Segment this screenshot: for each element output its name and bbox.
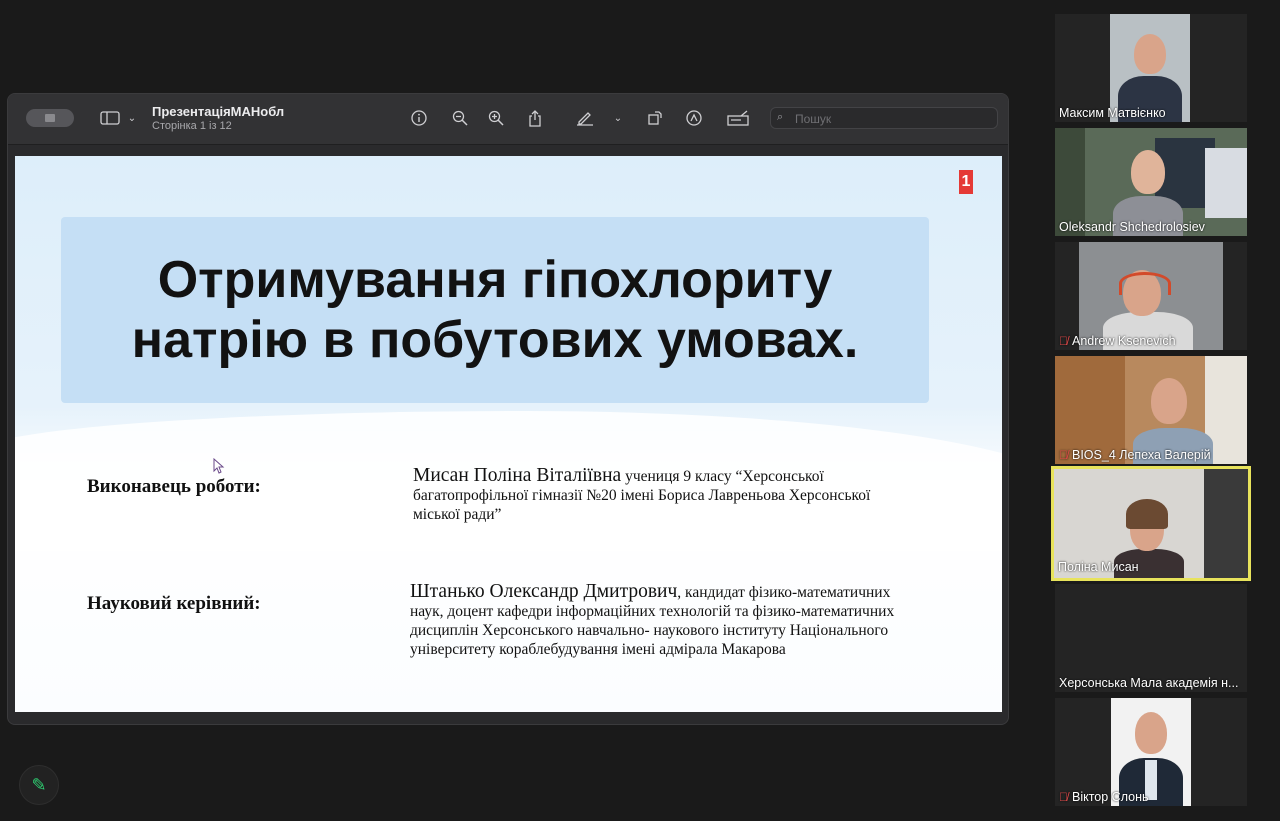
supervisor-label: Науковий керівний: — [87, 593, 261, 614]
participant-name: Oleksandr Shchedrolosiev — [1059, 220, 1205, 234]
mouse-cursor-icon — [213, 458, 225, 474]
preview-toolbar: ⌄ ПрезентаціяМАНобл Сторінка 1 із 12 ⌄ ⌕ — [8, 94, 1008, 145]
slide-title-line-1: Отримування гіпохлориту — [157, 251, 833, 309]
participant-name: 🎙̸ BIOS_4 Лепеха Валерій — [1059, 448, 1211, 462]
slide-title: Отримування гіпохлориту натрію в побутов… — [132, 250, 859, 370]
preview-window: ⌄ ПрезентаціяМАНобл Сторінка 1 із 12 ⌄ ⌕ — [7, 93, 1009, 725]
slide-title-box: Отримування гіпохлориту натрію в побутов… — [61, 217, 929, 403]
mic-muted-icon: 🎙̸ — [1059, 448, 1068, 462]
search-input[interactable]: ⌕ Пошук — [770, 107, 998, 129]
participant-name: Херсонська Мала академія н... — [1059, 676, 1239, 690]
chevron-down-icon[interactable]: ⌄ — [120, 107, 144, 129]
presentation-slide: 1 Отримування гіпохлориту натрію в побут… — [15, 156, 1002, 712]
performer-label: Виконавець роботи: — [87, 476, 261, 497]
pencil-icon: ✎ — [31, 774, 47, 795]
participant-name: Максим Матвієнко — [1059, 106, 1166, 120]
zoom-out-icon[interactable] — [448, 107, 472, 129]
participant-name: 🎙̸ Віктор Слонь — [1059, 790, 1149, 804]
mic-muted-icon: 🎙̸ — [1059, 334, 1068, 348]
slide-number-badge: 1 — [959, 170, 973, 194]
annotate-pencil-button[interactable]: ✎ — [19, 765, 59, 805]
performer-line-3: міської ради” — [413, 506, 502, 523]
document-title: ПрезентаціяМАНобл — [152, 104, 285, 119]
supervisor-line-3: дисциплін Херсонського навчально- науков… — [410, 622, 889, 639]
annotate-icon[interactable] — [682, 107, 706, 129]
performer-line-2: багатопрофільної гімназії №20 імені Бори… — [413, 487, 871, 504]
supervisor-info: Штанько Олександр Дмитрович, кандидат фі… — [410, 582, 980, 659]
performer-name: Мисан Поліна Віталіївна — [413, 465, 622, 486]
slide-title-line-2: натрію в побутових умовах. — [131, 311, 859, 369]
page-indicator: Сторінка 1 із 12 — [152, 120, 232, 132]
participant-tile[interactable]: 🎙̸ Віктор Слонь — [1055, 698, 1247, 806]
rotate-icon[interactable] — [643, 107, 667, 129]
supervisor-line-1: , кандидат фізико-математичних — [677, 584, 891, 601]
performer-line-1: учениця 9 класу “Херсонської — [621, 468, 824, 485]
zoom-in-icon[interactable] — [484, 107, 508, 129]
participant-tile[interactable]: 🎙̸ BIOS_4 Лепеха Валерій — [1055, 356, 1247, 464]
participant-tile[interactable]: Максим Матвієнко — [1055, 14, 1247, 122]
performer-info: Мисан Поліна Віталіївна учениця 9 класу … — [413, 466, 973, 524]
signature-icon[interactable] — [726, 107, 750, 129]
share-icon[interactable] — [523, 107, 547, 129]
markup-pen-icon[interactable] — [573, 107, 597, 129]
participant-name: 🎙̸ Andrew Ksenevich — [1059, 334, 1176, 348]
search-placeholder: Пошук — [795, 112, 832, 126]
window-controls-pill[interactable] — [26, 109, 74, 127]
participant-name: Поліна Мисан — [1058, 560, 1139, 574]
supervisor-line-4: університету кораблебудування імені адмі… — [410, 641, 786, 658]
markup-chevron-icon[interactable]: ⌄ — [606, 107, 630, 129]
participant-tile[interactable]: Oleksandr Shchedrolosiev — [1055, 128, 1247, 236]
mic-muted-icon: 🎙̸ — [1059, 790, 1068, 804]
search-icon: ⌕ — [777, 111, 784, 123]
participant-tile[interactable]: 🎙̸ Andrew Ksenevich — [1055, 242, 1247, 350]
participant-tile-active[interactable]: Поліна Мисан — [1051, 466, 1251, 581]
info-icon[interactable] — [407, 107, 431, 129]
sidebar-toggle-icon[interactable] — [98, 107, 122, 129]
participant-tile[interactable]: Херсонська Мала академія н... — [1055, 584, 1247, 692]
supervisor-line-2: наук, доцент кафедри інформаційних техно… — [410, 603, 895, 620]
supervisor-name: Штанько Олександр Дмитрович — [410, 581, 678, 602]
